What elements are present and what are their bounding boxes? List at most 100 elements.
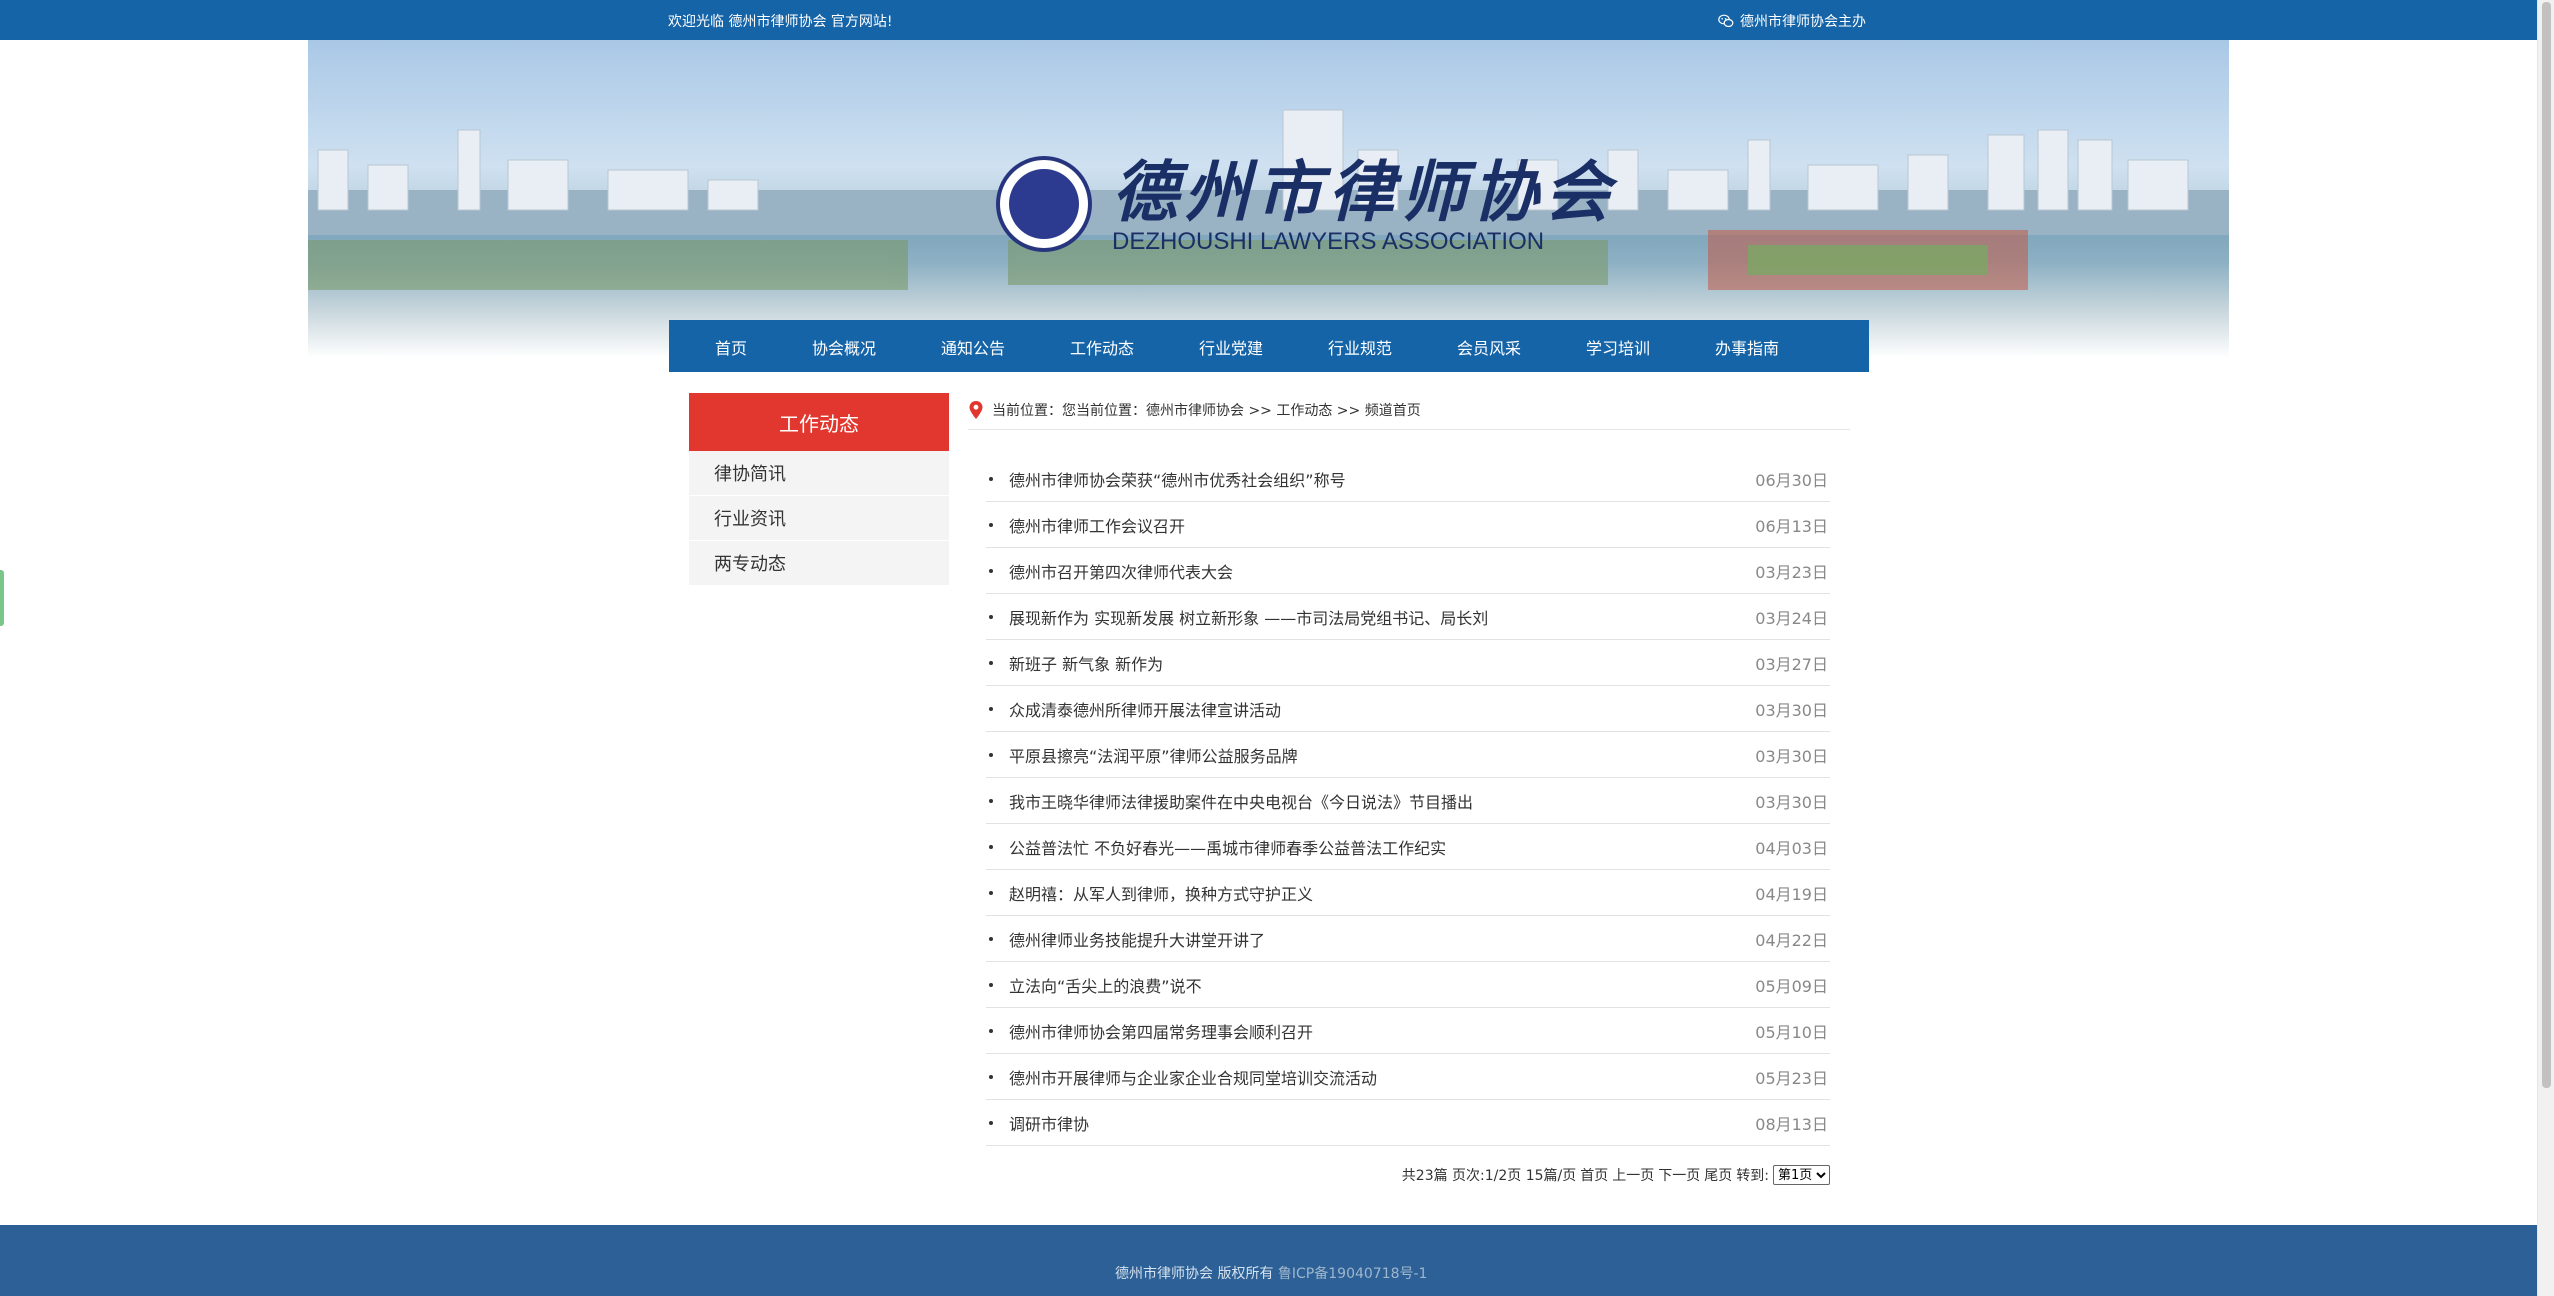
next-page-link[interactable]: 下一页 — [1658, 1165, 1700, 1185]
list-item[interactable]: 德州市律师协会荣获“德州市优秀社会组织”称号 06月30日 — [986, 456, 1830, 502]
nav-home[interactable]: 首页 — [715, 335, 747, 359]
list-item[interactable]: 我市王晓华律师法律援助案件在中央电视台《今日说法》节目播出 03月30日 — [986, 778, 1830, 824]
news-date: 04月19日 — [1755, 884, 1828, 904]
nav-notices[interactable]: 通知公告 — [941, 335, 1005, 359]
bullet-icon — [989, 982, 993, 987]
news-date: 03月27日 — [1755, 654, 1828, 674]
news-date: 08月13日 — [1755, 1114, 1828, 1134]
list-item[interactable]: 新班子 新气象 新作为 03月27日 — [986, 640, 1830, 686]
list-item[interactable]: 德州市开展律师与企业家企业合规同堂培训交流活动 05月23日 — [986, 1054, 1830, 1100]
news-date: 05月09日 — [1755, 976, 1828, 996]
list-item[interactable]: 赵明禧：从军人到律师，换种方式守护正义 04月19日 — [986, 870, 1830, 916]
news-title[interactable]: 德州市召开第四次律师代表大会 — [1009, 559, 1233, 583]
breadcrumb-text[interactable]: 当前位置：您当前位置：德州市律师协会 >> 工作动态 >> 频道首页 — [992, 400, 1421, 420]
host-link[interactable]: 德州市律师协会主办 — [1718, 11, 1866, 31]
news-list: 德州市律师协会荣获“德州市优秀社会组织”称号 06月30日 德州市律师工作会议召开… — [986, 456, 1830, 1146]
news-title[interactable]: 德州市律师工作会议召开 — [1009, 513, 1185, 537]
logo-english-name: DEZHOUSHI LAWYERS ASSOCIATION — [1112, 228, 1545, 255]
wechat-icon — [1718, 14, 1734, 28]
bullet-icon — [989, 568, 993, 573]
news-date: 03月24日 — [1755, 608, 1828, 628]
bullet-icon — [989, 844, 993, 849]
nav-members[interactable]: 会员风采 — [1457, 335, 1521, 359]
association-seal-icon — [996, 156, 1092, 252]
nav-about[interactable]: 协会概况 — [812, 335, 876, 359]
list-item[interactable]: 立法向“舌尖上的浪费”说不 05月09日 — [986, 962, 1830, 1008]
nav-party-building[interactable]: 行业党建 — [1199, 335, 1263, 359]
list-item[interactable]: 平原县擦亮“法润平原”律师公益服务品牌 03月30日 — [986, 732, 1830, 778]
sidebar-item-brief[interactable]: 律协简讯 — [689, 451, 949, 496]
side-float-tab[interactable] — [0, 570, 4, 626]
list-item[interactable]: 德州市律师工作会议召开 06月13日 — [986, 502, 1830, 548]
bullet-icon — [989, 706, 993, 711]
sidebar-item-special-news[interactable]: 两专动态 — [689, 541, 949, 586]
location-pin-icon — [969, 400, 983, 419]
icp-link[interactable]: 鲁ICP备19040718号-1 — [1278, 1266, 1428, 1282]
news-title[interactable]: 我市王晓华律师法律援助案件在中央电视台《今日说法》节目播出 — [1009, 789, 1473, 813]
sidebar-item-industry-news[interactable]: 行业资讯 — [689, 496, 949, 541]
news-date: 03月30日 — [1755, 746, 1828, 766]
news-date: 04月22日 — [1755, 930, 1828, 950]
news-title[interactable]: 展现新作为 实现新发展 树立新形象 ——市司法局党组书记、局长刘 — [1009, 605, 1488, 629]
breadcrumb: 当前位置：您当前位置：德州市律师协会 >> 工作动态 >> 频道首页 — [968, 390, 1850, 430]
logo-chinese-name: 德州市律师协会 — [1112, 153, 1616, 231]
list-item[interactable]: 德州市律师协会第四届常务理事会顺利召开 05月10日 — [986, 1008, 1830, 1054]
news-date: 06月13日 — [1755, 516, 1828, 536]
list-item[interactable]: 德州市召开第四次律师代表大会 03月23日 — [986, 548, 1830, 594]
scrollbar-thumb[interactable] — [2542, 2, 2551, 1088]
news-title[interactable]: 公益普法忙 不负好春光——禹城市律师春季公益普法工作纪实 — [1009, 835, 1446, 859]
footer: 德州市律师协会 版权所有 鲁ICP备19040718号-1 — [0, 1225, 2537, 1296]
bullet-icon — [989, 890, 993, 895]
first-page-link[interactable]: 首页 — [1580, 1165, 1608, 1185]
bullet-icon — [989, 1074, 993, 1079]
copyright-text: 德州市律师协会 版权所有 — [1115, 1266, 1278, 1282]
news-title[interactable]: 德州市律师协会第四届常务理事会顺利召开 — [1009, 1019, 1313, 1043]
nav-regulations[interactable]: 行业规范 — [1328, 335, 1392, 359]
bullet-icon — [989, 522, 993, 527]
pagination: 共23篇 页次:1/2页 15篇/页 首页 上一页 下一页 尾页 转到: 第1页 — [1396, 1163, 1830, 1187]
news-date: 05月23日 — [1755, 1068, 1828, 1088]
news-date: 06月30日 — [1755, 470, 1828, 490]
prev-page-link[interactable]: 上一页 — [1612, 1165, 1654, 1185]
news-title[interactable]: 立法向“舌尖上的浪费”说不 — [1009, 973, 1202, 997]
news-title[interactable]: 众成清泰德州所律师开展法律宣讲活动 — [1009, 697, 1281, 721]
list-item[interactable]: 德州律师业务技能提升大讲堂开讲了 04月22日 — [986, 916, 1830, 962]
page-scrollbar[interactable] — [2537, 0, 2554, 1296]
news-title[interactable]: 赵明禧：从军人到律师，换种方式守护正义 — [1009, 881, 1313, 905]
page-select[interactable]: 第1页 — [1773, 1165, 1830, 1185]
banner: 德州市律师协会 DEZHOUSHI LAWYERS ASSOCIATION — [308, 40, 2229, 358]
news-title[interactable]: 德州律师业务技能提升大讲堂开讲了 — [1009, 927, 1265, 951]
nav-guide[interactable]: 办事指南 — [1715, 335, 1779, 359]
nav-training[interactable]: 学习培训 — [1586, 335, 1650, 359]
bullet-icon — [989, 476, 993, 481]
bullet-icon — [989, 798, 993, 803]
news-title[interactable]: 新班子 新气象 新作为 — [1009, 651, 1163, 675]
bullet-icon — [989, 614, 993, 619]
bullet-icon — [989, 660, 993, 665]
news-date: 03月30日 — [1755, 700, 1828, 720]
site-logo[interactable]: 德州市律师协会 DEZHOUSHI LAWYERS ASSOCIATION — [996, 152, 1616, 256]
list-item[interactable]: 调研市律协 08月13日 — [986, 1100, 1830, 1146]
news-title[interactable]: 德州市律师协会荣获“德州市优秀社会组织”称号 — [1009, 467, 1346, 491]
main-nav: 首页 协会概况 通知公告 工作动态 行业党建 行业规范 会员风采 学习培训 办事… — [669, 320, 1869, 372]
host-text: 德州市律师协会主办 — [1740, 14, 1866, 30]
top-bar: 欢迎光临 德州市律师协会 官方网站! 德州市律师协会主办 — [0, 0, 2537, 40]
list-item[interactable]: 众成清泰德州所律师开展法律宣讲活动 03月30日 — [986, 686, 1830, 732]
page-info: 共23篇 页次:1/2页 15篇/页 — [1401, 1168, 1577, 1184]
news-date: 04月03日 — [1755, 838, 1828, 858]
goto-label: 转到: — [1736, 1168, 1769, 1184]
news-title[interactable]: 德州市开展律师与企业家企业合规同堂培训交流活动 — [1009, 1065, 1377, 1089]
news-date: 03月23日 — [1755, 562, 1828, 582]
news-title[interactable]: 调研市律协 — [1009, 1111, 1089, 1135]
last-page-link[interactable]: 尾页 — [1704, 1165, 1732, 1185]
nav-work-news[interactable]: 工作动态 — [1070, 335, 1134, 359]
news-date: 03月30日 — [1755, 792, 1828, 812]
sidebar-menu: 律协简讯 行业资讯 两专动态 — [689, 451, 949, 586]
bullet-icon — [989, 1120, 993, 1125]
sidebar-title: 工作动态 — [689, 393, 949, 451]
welcome-text: 欢迎光临 德州市律师协会 官方网站! — [668, 14, 893, 30]
news-title[interactable]: 平原县擦亮“法润平原”律师公益服务品牌 — [1009, 743, 1298, 767]
list-item[interactable]: 展现新作为 实现新发展 树立新形象 ——市司法局党组书记、局长刘 03月24日 — [986, 594, 1830, 640]
bullet-icon — [989, 1028, 993, 1033]
list-item[interactable]: 公益普法忙 不负好春光——禹城市律师春季公益普法工作纪实 04月03日 — [986, 824, 1830, 870]
